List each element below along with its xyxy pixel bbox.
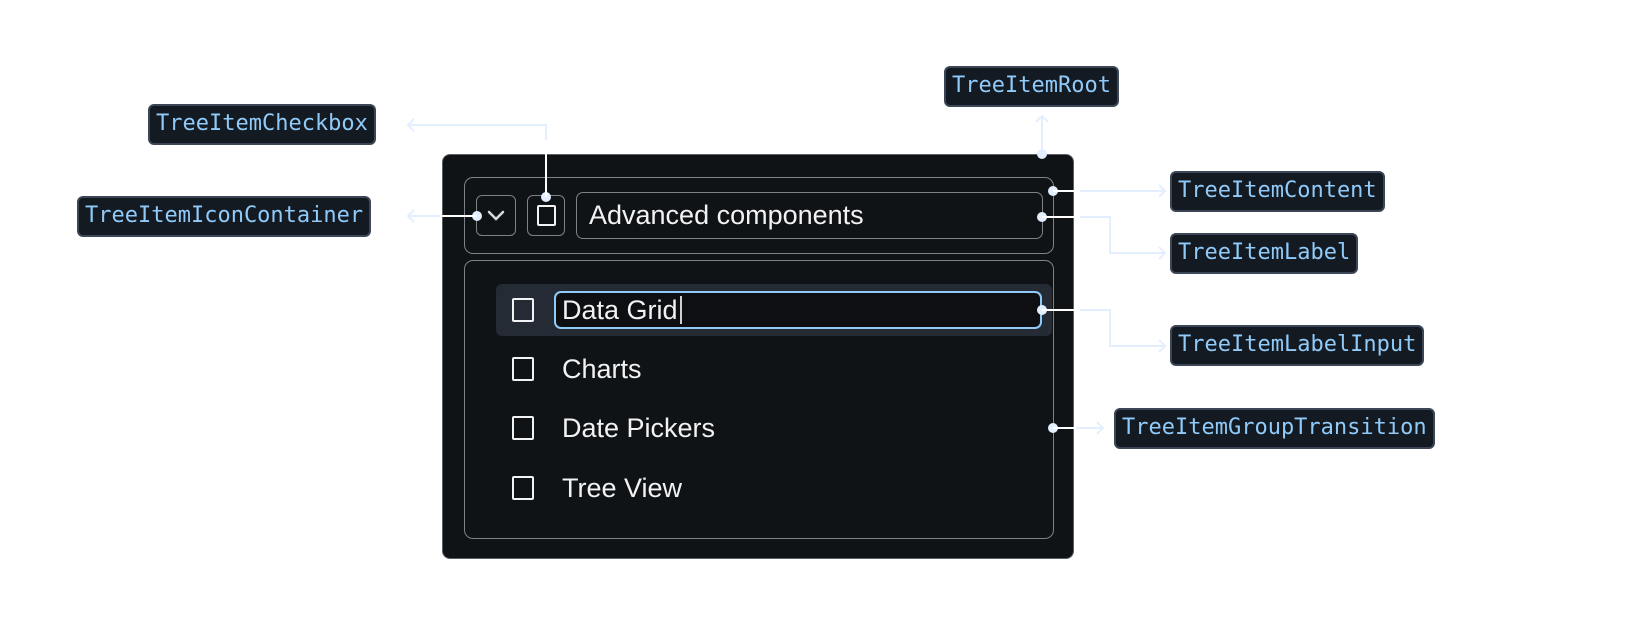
annotation-label: TreeItemLabel [1170,233,1359,274]
annotation-root: TreeItemRoot [944,66,1119,107]
annotation-content: TreeItemContent [1170,171,1385,212]
annotation-icon-container: TreeItemIconContainer [77,196,372,237]
annotation-group-transition: TreeItemGroupTransition [1114,408,1435,449]
annotation-label-input: TreeItemLabelInput [1170,325,1425,366]
annotation-checkbox: TreeItemCheckbox [148,104,376,145]
connector-dots [440,140,1080,433]
dot-root [1037,149,1047,159]
